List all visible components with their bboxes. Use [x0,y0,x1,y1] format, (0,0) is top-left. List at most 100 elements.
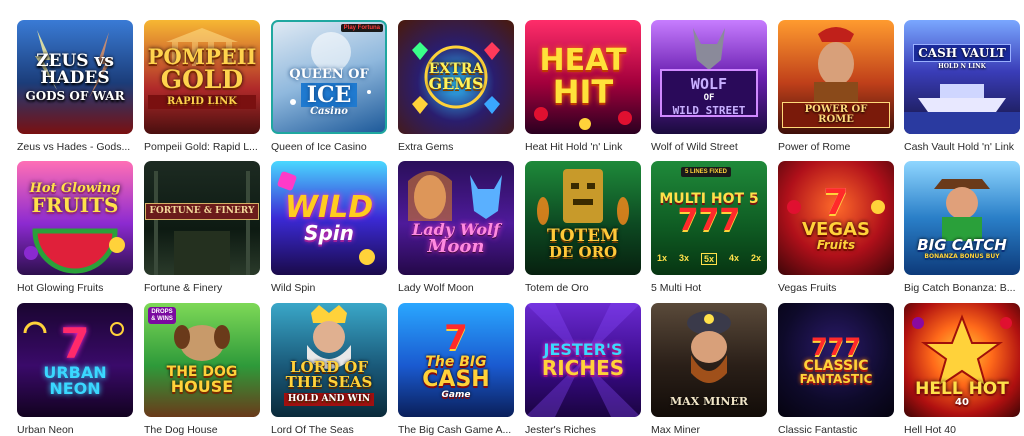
game-tile-classic-fantastic[interactable]: 777 CLASSIC FANTASTIC Classic Fantastic [778,303,894,436]
game-logo: QUEEN OF ICE Casino [289,66,369,117]
poseidon-art-icon[interactable]: LORD OF THE SEAS HOLD AND WIN [271,303,387,417]
provider-badge: Play Fortuna [340,24,383,32]
game-title[interactable]: Big Catch Bonanza: B... [904,282,1020,294]
game-tile-the-dog-house[interactable]: DROPS & WINS THE DOG HOUSE The Dog House [144,303,260,436]
game-title[interactable]: The Dog House [144,424,260,436]
game-tile-fortune-finery[interactable]: FORTUNE & FINERY Fortune & Finery [144,161,260,294]
miner-art-icon[interactable]: MAX MINER [651,303,767,417]
drops-wins-badge: DROPS & WINS [148,307,176,325]
game-tile-lady-wolf-moon[interactable]: Lady Wolf Moon Lady Wolf Moon [398,161,514,294]
game-logo: 777 CLASSIC FANTASTIC [799,333,873,386]
game-title[interactable]: Jester's Riches [525,424,641,436]
game-logo: TOTEM DE ORO [547,226,619,261]
fruit-art-icon[interactable]: HEAT HIT [525,20,641,134]
game-title[interactable]: Pompeii Gold: Rapid L... [144,141,260,153]
game-tile-cash-vault[interactable]: CASH VAULT HOLD N LINK Cash Vault Hold '… [904,20,1020,153]
game-title[interactable]: 5 Multi Hot [651,282,767,294]
game-title[interactable]: Fortune & Finery [144,282,260,294]
game-title[interactable]: Classic Fantastic [778,424,894,436]
game-title[interactable]: Lady Wolf Moon [398,282,514,294]
game-logo: Hot Glowing FRUITS [29,180,121,217]
wolf-art-icon[interactable]: WOLF OF WILD STREET [651,20,767,134]
game-logo: Lady Wolf Moon [412,220,500,257]
game-title[interactable]: Totem de Oro [525,282,641,294]
slot-art-icon[interactable]: WILD Spin [271,161,387,275]
game-title[interactable]: Wild Spin [271,282,387,294]
game-title[interactable]: Vegas Fruits [778,282,894,294]
gate-art-icon[interactable]: FORTUNE & FINERY [144,161,260,275]
multiplier-label: 5x [700,253,717,265]
game-title[interactable]: Urban Neon [17,424,133,436]
game-tile-hot-glowing-fruits[interactable]: Hot Glowing FRUITS Hot Glowing Fruits [17,161,133,294]
game-tile-wild-spin[interactable]: WILD Spin Wild Spin [271,161,387,294]
game-tile-extra-gems[interactable]: EXTRA GEMS Extra Gems [398,20,514,153]
fisherman-art-icon[interactable]: BIG CATCH BONANZA BONUS BUY [904,161,1020,275]
game-logo: MAX MINER [670,394,748,408]
gem-art-icon[interactable]: EXTRA GEMS [398,20,514,134]
centurion-art-icon[interactable]: POWER OF ROME [778,20,894,134]
game-title[interactable]: Hot Glowing Fruits [17,282,133,294]
big-seven-art-icon[interactable]: 7 The BIG CASH Game [398,303,514,417]
temple-art-icon[interactable]: POMPEII GOLD RAPID LINK [144,20,260,134]
multiplier-label: 4x [728,253,739,263]
game-tile-max-miner[interactable]: MAX MINER Max Miner [651,303,767,436]
zeus-art-icon[interactable]: ZEUS vs HADES GODS OF WAR [17,20,133,134]
game-tile-pompeii-gold[interactable]: POMPEII GOLD RAPID LINK Pompeii Gold: Ra… [144,20,260,153]
game-tile-zeus-vs-hades[interactable]: ZEUS vs HADES GODS OF WAR Zeus vs Hades … [17,20,133,153]
game-logo: WOLF OF WILD STREET [672,74,746,117]
game-logo: CASH VAULT HOLD N LINK [909,44,1015,70]
game-title[interactable]: Max Miner [651,424,767,436]
game-logo: 7 VEGAS Fruits [802,182,870,252]
game-title[interactable]: Lord Of The Seas [271,424,387,436]
game-tile-lord-of-the-seas[interactable]: LORD OF THE SEAS HOLD AND WIN Lord Of Th… [271,303,387,436]
game-tile-big-cash-game[interactable]: 7 The BIG CASH Game The Big Cash Game A.… [398,303,514,436]
game-title[interactable]: Hell Hot 40 [904,424,1020,436]
game-logo: JESTER'S RICHES [541,340,625,380]
game-logo: 7 URBAN NEON [43,319,107,398]
multiplier-label: 3x [678,253,689,263]
game-title[interactable]: Power of Rome [778,141,894,153]
game-title[interactable]: The Big Cash Game A... [398,424,514,436]
game-tile-hell-hot-40[interactable]: HELL HOT 40 Hell Hot 40 [904,303,1020,436]
yacht-icon [904,84,1020,134]
totem-art-icon[interactable]: TOTEM DE ORO [525,161,641,275]
multiplier-label: 2x [750,253,761,263]
classic-seven-art-icon[interactable]: 777 CLASSIC FANTASTIC [778,303,894,417]
lady-wolf-art-icon[interactable]: Lady Wolf Moon [398,161,514,275]
game-tile-big-catch-bonanza[interactable]: BIG CATCH BONANZA BONUS BUY Big Catch Bo… [904,161,1020,294]
game-title[interactable]: Cash Vault Hold 'n' Link [904,141,1020,153]
sevens-art-icon[interactable]: 5 LINES FIXED MULTI HOT 5 777 1x 3x 5x 4… [651,161,767,275]
game-tile-jesters-riches[interactable]: JESTER'S RICHES Jester's Riches [525,303,641,436]
dog-art-icon[interactable]: DROPS & WINS THE DOG HOUSE [144,303,260,417]
game-grid: ZEUS vs HADES GODS OF WAR Zeus vs Hades … [0,0,1024,436]
game-logo: MULTI HOT 5 777 [659,191,759,238]
game-tile-urban-neon[interactable]: 7 URBAN NEON Urban Neon [17,303,133,436]
game-logo: HELL HOT 40 [915,378,1009,408]
game-title[interactable]: Wolf of Wild Street [651,141,767,153]
game-title[interactable]: Zeus vs Hades - Gods... [17,141,133,153]
neon-seven-art-icon[interactable]: 7 URBAN NEON [17,303,133,417]
multiplier-row: 1x 3x 5x 4x 2x [651,253,767,265]
game-logo: EXTRA GEMS [428,61,484,93]
yacht-art-icon[interactable]: CASH VAULT HOLD N LINK [904,20,1020,134]
ice-queen-art-icon[interactable]: Play Fortuna QUEEN OF ICE Casino [271,20,387,134]
game-logo: POWER OF ROME [778,102,894,128]
game-tile-totem-de-oro[interactable]: TOTEM DE ORO Totem de Oro [525,161,641,294]
game-title[interactable]: Extra Gems [398,141,514,153]
game-tile-5-multi-hot[interactable]: 5 LINES FIXED MULTI HOT 5 777 1x 3x 5x 4… [651,161,767,294]
game-title[interactable]: Heat Hit Hold 'n' Link [525,141,641,153]
seven-art-icon[interactable]: 7 VEGAS Fruits [778,161,894,275]
watermelon-art-icon[interactable]: Hot Glowing FRUITS [17,161,133,275]
game-title[interactable]: Queen of Ice Casino [271,141,387,153]
game-logo: HEAT HIT [539,43,627,111]
game-tile-wolf-of-wild-street[interactable]: WOLF OF WILD STREET Wolf of Wild Street [651,20,767,153]
star-art-icon[interactable]: HELL HOT 40 [904,303,1020,417]
game-logo: 7 The BIG CASH Game [422,317,490,400]
game-tile-vegas-fruits[interactable]: 7 VEGAS Fruits Vegas Fruits [778,161,894,294]
game-tile-queen-of-ice[interactable]: Play Fortuna QUEEN OF ICE Casino Queen o… [271,20,387,153]
game-tile-heat-hit[interactable]: HEAT HIT Heat Hit Hold 'n' Link [525,20,641,153]
game-tile-power-of-rome[interactable]: POWER OF ROME Power of Rome [778,20,894,153]
jester-art-icon[interactable]: JESTER'S RICHES [525,303,641,417]
game-logo: LORD OF THE SEAS HOLD AND WIN [283,358,375,406]
game-logo: WILD Spin [284,190,374,245]
